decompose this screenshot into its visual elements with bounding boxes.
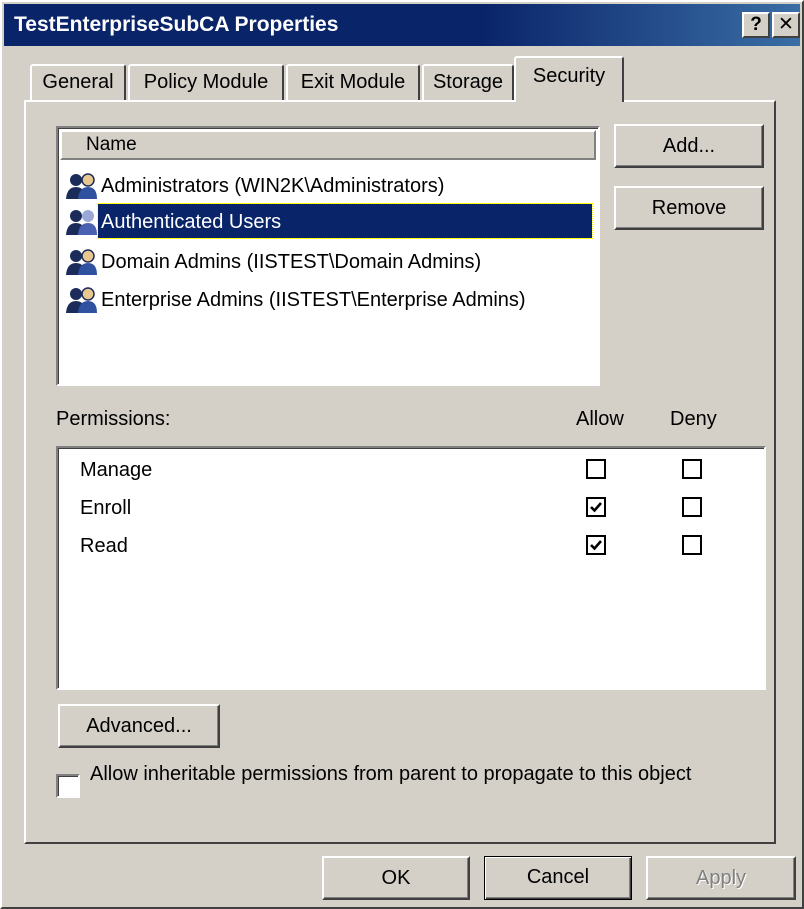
ok-button[interactable]: OK: [322, 856, 470, 900]
cancel-button[interactable]: Cancel: [484, 856, 632, 900]
help-icon: ?: [750, 14, 762, 35]
close-icon: ✕: [778, 14, 794, 35]
window-title: TestEnterpriseSubCA Properties: [14, 13, 339, 36]
apply-button[interactable]: Apply: [646, 856, 796, 900]
security-tab-panel: [24, 100, 776, 844]
tab-storage[interactable]: Storage: [422, 64, 514, 100]
properties-window: TestEnterpriseSubCA Properties ? ✕ Gener…: [0, 0, 804, 909]
help-button[interactable]: ?: [742, 12, 770, 38]
title-bar[interactable]: TestEnterpriseSubCA Properties ? ✕: [4, 4, 800, 46]
tab-policy-module[interactable]: Policy Module: [128, 64, 284, 100]
tab-general[interactable]: General: [30, 64, 126, 100]
close-button[interactable]: ✕: [772, 12, 800, 38]
tab-exit-module[interactable]: Exit Module: [286, 64, 420, 100]
tab-security[interactable]: Security: [514, 56, 624, 102]
